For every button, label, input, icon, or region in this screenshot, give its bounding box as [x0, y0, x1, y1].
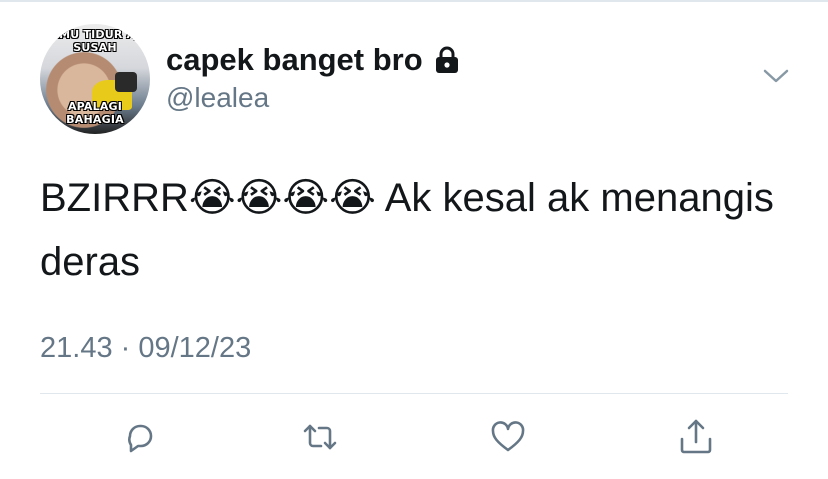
share-button[interactable]	[676, 417, 716, 457]
heart-icon	[491, 421, 525, 452]
retweet-button[interactable]	[300, 417, 340, 457]
display-name-text: capek banget bro	[166, 42, 423, 77]
tweet-text-prefix: BZIRRR	[40, 176, 189, 220]
actions-divider	[40, 393, 788, 394]
chevron-down-icon[interactable]	[762, 66, 790, 86]
share-icon	[680, 419, 712, 454]
display-name[interactable]: capek banget bro	[166, 42, 461, 78]
tweet-timestamp[interactable]: 21.43 · 09/12/23	[40, 332, 251, 365]
lock-icon	[433, 45, 461, 75]
retweet-icon	[303, 424, 337, 450]
user-handle[interactable]: @lealea	[166, 82, 269, 114]
reply-button[interactable]	[120, 417, 160, 457]
crying-emoji-group: 😭😭😭😭	[188, 175, 376, 221]
tweet-text: BZIRRR😭😭😭😭 Ak kesal ak menangis deras	[40, 166, 780, 294]
avatar-caption-top: KAMU TIDUR AJA SUSAH	[41, 28, 149, 54]
reply-icon	[128, 424, 153, 453]
top-divider	[0, 0, 828, 2]
like-button[interactable]	[488, 417, 528, 457]
avatar-caption-bottom: APALAGI BAHAGIA	[66, 100, 124, 126]
avatar[interactable]: KAMU TIDUR AJA SUSAH APALAGI BAHAGIA	[40, 24, 150, 134]
avatar-object	[115, 72, 137, 92]
